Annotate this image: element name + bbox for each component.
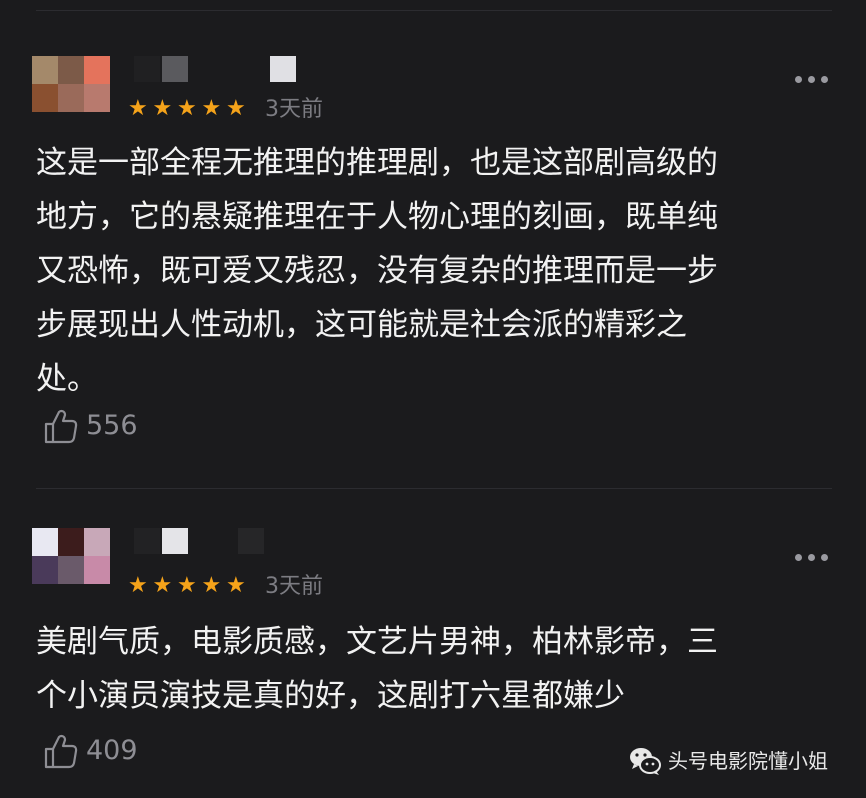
like-count: 409 bbox=[86, 735, 138, 766]
like-count: 556 bbox=[86, 410, 138, 441]
comment-time: 3天前 bbox=[265, 574, 323, 599]
username-blurred[interactable] bbox=[128, 528, 268, 556]
watermark-text: 头号电影院懂小姐 bbox=[668, 749, 828, 773]
top-divider bbox=[36, 10, 832, 11]
comment-text: 这是一部全程无推理的推理剧，也是这部剧高级的 地方，它的悬疑推理在于人物心理的刻… bbox=[36, 145, 718, 397]
avatar[interactable] bbox=[32, 528, 110, 584]
thumbs-up-icon bbox=[44, 409, 78, 444]
username-blurred[interactable] bbox=[128, 56, 298, 84]
comment-divider bbox=[36, 488, 832, 489]
comment-time: 3天前 bbox=[265, 97, 323, 122]
more-dots-icon[interactable] bbox=[795, 553, 831, 563]
thumbs-up-icon bbox=[44, 734, 78, 769]
avatar[interactable] bbox=[32, 56, 110, 112]
comment-text: 美剧气质，电影质感，文艺片男神，柏林影帝，三 个小演员演技是真的好，这剧打六星都… bbox=[36, 624, 718, 714]
rating-stars: ★ ★ ★ ★ ★ bbox=[128, 573, 246, 598]
wechat-icon bbox=[630, 748, 661, 775]
rating-stars: ★ ★ ★ ★ ★ bbox=[128, 96, 246, 121]
more-dots-icon[interactable] bbox=[795, 75, 831, 85]
